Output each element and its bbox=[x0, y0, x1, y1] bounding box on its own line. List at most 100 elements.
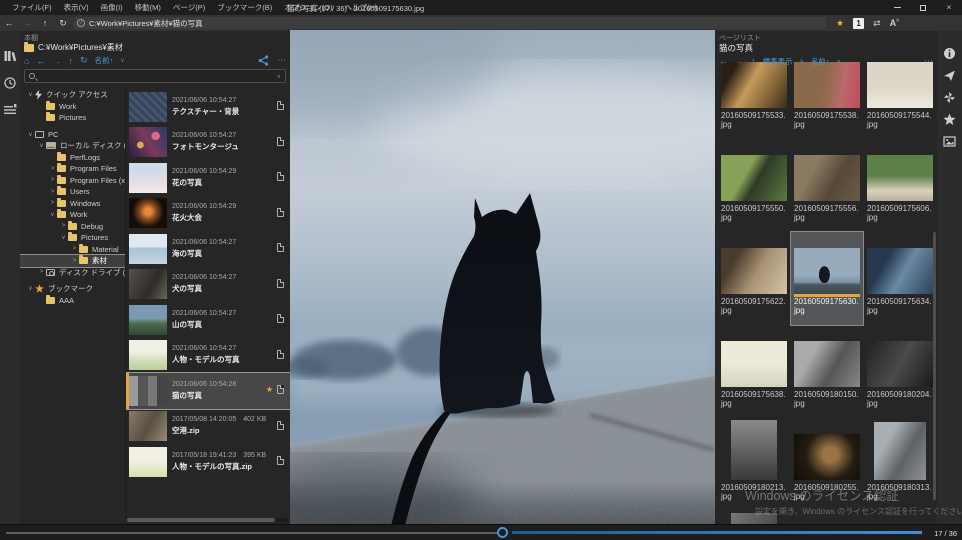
scrollbar-thumb[interactable] bbox=[127, 518, 275, 522]
view-mode-button[interactable]: 標準表示 bbox=[763, 56, 793, 67]
menu-item[interactable]: ページ(P) bbox=[167, 2, 211, 13]
back-button[interactable]: ← bbox=[36, 56, 45, 66]
chevron-down-icon[interactable]: ∨ bbox=[800, 58, 804, 65]
tree-item[interactable]: > Program Files (x86) bbox=[20, 175, 125, 187]
reading-direction-icon[interactable]: ⇄ bbox=[873, 18, 881, 29]
page-item[interactable]: 20160509175630.jpg bbox=[791, 232, 863, 325]
expander-icon[interactable]: ∨ bbox=[26, 285, 35, 292]
chevron-down-icon[interactable]: ∨ bbox=[120, 57, 124, 64]
menu-item[interactable]: 画像(I) bbox=[95, 2, 129, 13]
page-item[interactable]: 20160509180150.jpg bbox=[791, 325, 863, 418]
book-item[interactable]: 2021/06/06 10:54:28 猫の写真 ★ bbox=[126, 373, 290, 409]
page-item[interactable]: 20160509175556.jpg bbox=[791, 139, 863, 232]
tree-item[interactable]: ∨ Work bbox=[20, 209, 125, 221]
page-item[interactable]: 20160509175638.jpg bbox=[718, 325, 790, 418]
expander-icon[interactable]: ∨ bbox=[26, 91, 35, 98]
maximize-button[interactable] bbox=[910, 0, 936, 15]
book-item[interactable]: 2021/06/06 10:54:27 犬の写真 bbox=[126, 267, 290, 303]
chevron-down-icon[interactable]: ∨ bbox=[277, 73, 281, 80]
slider-track-right[interactable] bbox=[512, 531, 922, 534]
minimize-button[interactable] bbox=[884, 0, 910, 15]
page-item[interactable] bbox=[718, 511, 790, 524]
tree-item[interactable]: Work bbox=[20, 101, 125, 113]
book-item[interactable]: 2017/05/08 14:20:05402 KB 空港.zip bbox=[126, 409, 290, 445]
tree-item[interactable]: AAA bbox=[20, 295, 125, 307]
tree-item[interactable]: ∨ ブックマーク bbox=[20, 283, 125, 295]
history-icon[interactable] bbox=[3, 76, 17, 90]
tree-item[interactable]: ∨ クイック アクセス bbox=[20, 89, 125, 101]
tree-item[interactable]: PerfLogs bbox=[20, 152, 125, 164]
expander-icon[interactable]: ∨ bbox=[59, 234, 68, 241]
page-item[interactable]: 20160509175634.jpg bbox=[864, 232, 936, 325]
bookshelf-icon[interactable] bbox=[3, 49, 17, 63]
book-item[interactable]: 2021/06/06 10:54:29 花の写真 bbox=[126, 160, 290, 196]
sort-button[interactable]: 名前↑ bbox=[94, 55, 113, 66]
tree-item[interactable]: > Program Files bbox=[20, 163, 125, 175]
up-button[interactable]: ↑ bbox=[68, 56, 73, 66]
book-item[interactable]: 2021/06/06 10:54:27 山の写真 bbox=[126, 302, 290, 338]
menu-item[interactable]: 移動(M) bbox=[129, 2, 167, 13]
tree-item[interactable]: Pictures bbox=[20, 112, 125, 124]
book-item[interactable]: 2017/05/18 19:41:23395 KB 人物・モデルの写真.zip bbox=[126, 444, 290, 480]
tree-item[interactable]: ∨ PC bbox=[20, 129, 125, 141]
page-item[interactable]: 20160509175622.jpg bbox=[718, 232, 790, 325]
refresh-button[interactable]: ↻ bbox=[80, 55, 88, 66]
vertical-scrollbar[interactable] bbox=[933, 232, 936, 500]
forward-button[interactable]: → bbox=[735, 56, 744, 66]
up-button[interactable]: ↑ bbox=[751, 56, 756, 66]
auto-rotate-icon[interactable]: A˄ bbox=[890, 18, 899, 28]
book-item[interactable]: 2021/06/06 10:54:27 テクスチャー・背景 bbox=[126, 89, 290, 125]
menu-item[interactable]: 表示(V) bbox=[58, 2, 95, 13]
book-item[interactable]: 2021/06/06 10:54:27 フォトモンタージュ bbox=[126, 125, 290, 161]
page-item[interactable]: 20160509180213.jpg bbox=[718, 418, 790, 511]
menu-item[interactable]: ファイル(F) bbox=[6, 2, 58, 13]
menu-item[interactable]: ブックマーク(B) bbox=[211, 2, 278, 13]
tree-item[interactable]: ∨ Pictures bbox=[20, 232, 125, 244]
expander-icon[interactable]: ∨ bbox=[48, 211, 57, 218]
page-item[interactable]: 20160509175550.jpg bbox=[718, 139, 790, 232]
expander-icon[interactable]: > bbox=[48, 200, 57, 206]
expander-icon[interactable]: > bbox=[70, 258, 79, 264]
tree-item[interactable]: > Users bbox=[20, 186, 125, 198]
page-item[interactable]: 20160509180255.jpg bbox=[791, 418, 863, 511]
book-item[interactable]: 2021/06/06 10:54:27 海の写真 bbox=[126, 231, 290, 267]
book-item[interactable]: 2021/06/06 10:54:29 花火大会 bbox=[126, 196, 290, 232]
page-item[interactable]: 20160509175606.jpg bbox=[864, 139, 936, 232]
slider-handle[interactable] bbox=[497, 527, 508, 538]
horizontal-scrollbar[interactable] bbox=[127, 518, 288, 522]
up-button[interactable]: ↑ bbox=[36, 18, 54, 28]
tree-item[interactable]: > Material bbox=[20, 244, 125, 256]
page-item[interactable]: 20160509180204.jpg bbox=[864, 325, 936, 418]
playlist-icon[interactable] bbox=[3, 103, 17, 117]
back-button[interactable]: ← bbox=[0, 18, 18, 28]
share-icon[interactable] bbox=[258, 55, 269, 66]
book-item[interactable]: 2021/06/06 10:54:27 人物・モデルの写真 bbox=[126, 338, 290, 374]
forward-button[interactable]: → bbox=[18, 18, 36, 28]
sort-button[interactable]: 名前↑ bbox=[811, 56, 830, 67]
more-button[interactable]: ⋯ bbox=[924, 56, 933, 67]
expander-icon[interactable]: > bbox=[48, 189, 57, 195]
close-button[interactable]: × bbox=[936, 0, 962, 15]
refresh-button[interactable]: ↻ bbox=[54, 18, 72, 29]
bookmark-star-icon[interactable]: ★ bbox=[836, 18, 844, 29]
expander-icon[interactable]: > bbox=[48, 166, 57, 172]
page-item[interactable]: 20160509180313.jpg bbox=[864, 418, 936, 511]
tree-item[interactable]: > Debug bbox=[20, 221, 125, 233]
tree-item[interactable]: > 素材 bbox=[20, 255, 125, 267]
search-input[interactable]: ∨ bbox=[24, 69, 286, 83]
tree-item[interactable]: > ディスク ドライブ (D:) bbox=[20, 267, 125, 279]
info-icon[interactable] bbox=[943, 47, 956, 60]
chevron-down-icon[interactable]: ∨ bbox=[837, 58, 841, 65]
bookmark-star-icon[interactable] bbox=[943, 113, 956, 126]
tree-item[interactable]: > Windows bbox=[20, 198, 125, 210]
page-mode-button[interactable]: 1 bbox=[853, 18, 864, 29]
image-viewer[interactable] bbox=[290, 30, 715, 524]
home-button[interactable]: ⌂ bbox=[24, 56, 29, 66]
forward-button[interactable]: → bbox=[52, 56, 61, 66]
back-button[interactable]: ← bbox=[719, 56, 728, 66]
expander-icon[interactable]: ∨ bbox=[26, 131, 35, 138]
slider-track-left[interactable] bbox=[6, 532, 498, 534]
tree-item[interactable]: ∨ ローカル ディスク (C:) bbox=[20, 140, 125, 152]
image-panel-icon[interactable] bbox=[943, 135, 956, 148]
expander-icon[interactable]: > bbox=[48, 177, 57, 183]
